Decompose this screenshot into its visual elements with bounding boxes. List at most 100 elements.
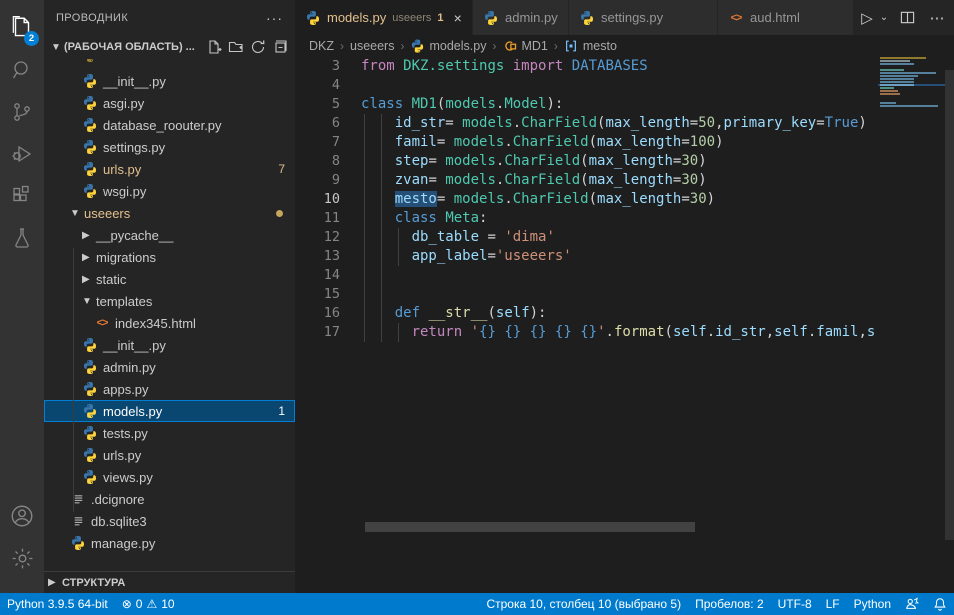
split-editor-icon[interactable] [894,5,920,31]
line-number: 10 [295,190,340,209]
breadcrumb-item-MD1[interactable]: MD1 [502,39,547,54]
line-number: 13 [295,247,340,266]
code-line-12[interactable]: 12 db_table = 'dima' [295,228,878,247]
indentation-status[interactable]: Пробелов: 2 [688,593,771,615]
code-line-17[interactable]: 17 return '{} {} {} {} {}'.format(self.i… [295,323,878,342]
line-number: 17 [295,323,340,342]
breadcrumb-item-models-py[interactable]: models.py [410,39,486,54]
tree-item---pycache--[interactable]: ▶__pycache__ [44,224,295,246]
testing-icon[interactable] [0,218,44,258]
collapse-all-icon[interactable] [269,37,291,57]
sidebar-more-actions-icon[interactable]: ··· [266,10,283,26]
breadcrumb-separator: › [400,39,404,53]
horizontal-scrollbar[interactable] [365,522,695,532]
run-debug-icon[interactable] [0,134,44,174]
code-line-7[interactable]: 7 famil= models.CharField(max_length=100… [295,133,878,152]
code-line-6[interactable]: 6 id_str= models.CharField(max_length=50… [295,114,878,133]
tree-item--dcignore[interactable]: .dcignore [44,488,295,510]
search-icon[interactable] [0,50,44,90]
code-line-11[interactable]: 11 class Meta: [295,209,878,228]
minimap-line [878,57,945,59]
tree-item-urls-py[interactable]: urls.py7 [44,158,295,180]
tree-item-asgi-py[interactable]: asgi.py [44,92,295,114]
line-number: 14 [295,266,340,285]
cursor-position-status[interactable]: Строка 10, столбец 10 (выбрано 5) [479,593,688,615]
code-line-4[interactable]: 4 [295,76,878,95]
line-number: 16 [295,304,340,323]
breadcrumb-item-DKZ[interactable]: DKZ [309,39,334,53]
code-line-3[interactable]: 3from DKZ.settings import DATABASES [295,57,878,76]
tree-item-admin-py[interactable]: admin.py [44,356,295,378]
tree-item-views-py[interactable]: views.py [44,466,295,488]
code-line-9[interactable]: 9 zvan= models.CharField(max_length=30) [295,171,878,190]
outline-section-header[interactable]: ▶ СТРУКТУРА [44,571,295,593]
feedback-icon[interactable] [898,593,926,615]
tree-item---init---py[interactable]: __init__.py [44,334,295,356]
tree-item-index345-html[interactable]: <>index345.html [44,312,295,334]
refresh-icon[interactable] [247,37,269,57]
tree-item-static[interactable]: ▶static [44,268,295,290]
minimap-line [878,66,945,68]
tab-settings-py[interactable]: settings.py [569,0,717,35]
minimap-line [878,69,945,71]
tree-item-tests-py[interactable]: tests.py [44,422,295,444]
tree-item-db-sqlite3[interactable]: db.sqlite3 [44,510,295,532]
explorer-icon[interactable]: 2 [0,8,44,48]
breadcrumb-item-useeers[interactable]: useeers [350,39,394,53]
extensions-icon[interactable] [0,176,44,216]
tree-item-settings-py[interactable]: settings.py [44,136,295,158]
new-file-icon[interactable] [203,37,225,57]
run-dropdown-icon[interactable]: ⌄ [878,5,890,31]
tab-aud-html[interactable]: <>aud.html [718,0,853,35]
line-number: 3 [295,57,340,76]
code-line-14[interactable]: 14 [295,266,878,285]
tree-item-clipped[interactable]: indexelement [44,59,295,70]
tree-item---init---py[interactable]: __init__.py [44,70,295,92]
tree-item-badge: 7 [278,162,285,176]
line-number: 11 [295,209,340,228]
new-folder-icon[interactable] [225,37,247,57]
close-icon[interactable]: × [454,10,462,26]
minimap[interactable] [878,57,945,177]
python-interpreter-status[interactable]: Python 3.9.5 64-bit [0,593,115,615]
settings-gear-icon[interactable] [0,538,44,578]
encoding-status[interactable]: UTF-8 [771,593,819,615]
error-count: 0 [136,597,143,611]
tree-item-apps-py[interactable]: apps.py [44,378,295,400]
code-line-16[interactable]: 16 def __str__(self): [295,304,878,323]
source-control-icon[interactable] [0,92,44,132]
code-line-10[interactable]: 10 mesto= models.CharField(max_length=30… [295,190,878,209]
python-file-icon [82,139,98,155]
tree-item-useeers[interactable]: ▼useeers [44,202,295,224]
tree-item-manage-py[interactable]: manage.py [44,532,295,554]
more-actions-icon[interactable]: ⋯ [924,5,950,31]
code-line-13[interactable]: 13 app_label='useeers' [295,247,878,266]
tree-item-models-py[interactable]: models.py1 [44,400,295,422]
python-file-icon [82,469,98,485]
activity-bar: 2 [0,0,44,593]
tree-item-templates[interactable]: ▼templates [44,290,295,312]
problems-status[interactable]: ⊗ 0 ⚠ 10 [115,593,182,615]
file-icon [70,513,86,529]
notifications-bell-icon[interactable] [926,593,954,615]
breadcrumb-item-mesto[interactable]: mesto [564,39,617,54]
language-mode-status[interactable]: Python [847,593,898,615]
code-line-15[interactable]: 15 [295,285,878,304]
vscode-window: 2 ПРОВОДНИК ··· ▼ (РАБОЧАЯ [0,0,954,615]
account-icon[interactable] [0,496,44,536]
tree-item-database-roouter-py[interactable]: database_roouter.py [44,114,295,136]
eol-status[interactable]: LF [819,593,847,615]
tree-item-migrations[interactable]: ▶migrations [44,246,295,268]
tree-item-urls-py[interactable]: urls.py [44,444,295,466]
tree-item-wsgi-py[interactable]: wsgi.py [44,180,295,202]
code-editor[interactable]: 3from DKZ.settings import DATABASES45cla… [295,57,878,593]
workspace-label: (РАБОЧАЯ ОБЛАСТЬ) ... [64,41,203,53]
tab-models-py[interactable]: models.pyuseeers1× [295,0,472,35]
vertical-scrollbar[interactable] [945,70,954,540]
workspace-section-header[interactable]: ▼ (РАБОЧАЯ ОБЛАСТЬ) ... [44,35,295,59]
tab-problem-badge: 1 [437,12,443,24]
code-line-8[interactable]: 8 step= models.CharField(max_length=30) [295,152,878,171]
code-line-5[interactable]: 5class MD1(models.Model): [295,95,878,114]
tab-admin-py[interactable]: admin.py [473,0,568,35]
run-button[interactable]: ▷ [854,5,880,31]
